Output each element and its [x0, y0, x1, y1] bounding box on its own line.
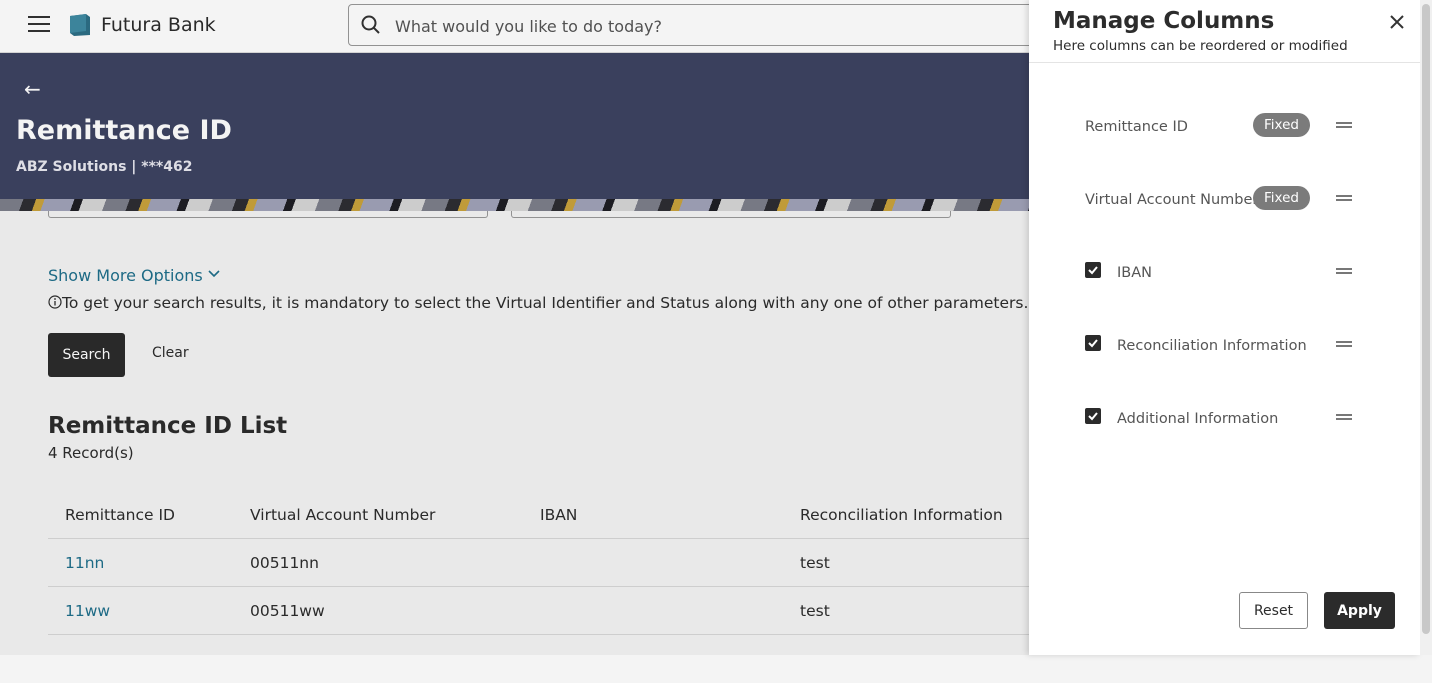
- column-option-iban[interactable]: IBAN: [1085, 258, 1365, 288]
- checkbox-checked-icon[interactable]: [1085, 262, 1101, 278]
- modal-overlay[interactable]: [0, 0, 1029, 655]
- scrollbar-thumb[interactable]: [1422, 4, 1430, 634]
- fixed-badge: Fixed: [1253, 186, 1310, 210]
- panel-subtitle: Here columns can be reordered or modifie…: [1053, 38, 1348, 54]
- column-option-additional-information[interactable]: Additional Information: [1085, 404, 1365, 434]
- column-option-label: Additional Information: [1117, 411, 1279, 427]
- apply-button[interactable]: Apply: [1324, 592, 1395, 629]
- column-option-virtual-account-number[interactable]: Virtual Account Number Fixed: [1085, 185, 1365, 215]
- column-option-label: IBAN: [1117, 265, 1152, 281]
- column-option-remittance-id[interactable]: Remittance ID Fixed: [1085, 112, 1365, 142]
- column-option-label: Virtual Account Number: [1085, 192, 1259, 208]
- drag-handle-icon[interactable]: [1336, 268, 1352, 274]
- reset-button[interactable]: Reset: [1239, 592, 1308, 629]
- fixed-badge: Fixed: [1253, 113, 1310, 137]
- column-option-label: Reconciliation Information: [1117, 338, 1307, 354]
- panel-title: Manage Columns: [1053, 8, 1275, 34]
- checkbox-checked-icon[interactable]: [1085, 335, 1101, 351]
- column-option-reconciliation-information[interactable]: Reconciliation Information: [1085, 331, 1365, 361]
- column-option-label: Remittance ID: [1085, 119, 1188, 135]
- drag-handle-icon[interactable]: [1336, 341, 1352, 347]
- panel-divider: [1029, 62, 1420, 63]
- drag-handle-icon[interactable]: [1336, 195, 1352, 201]
- manage-columns-panel: Manage Columns Here columns can be reord…: [1029, 0, 1420, 655]
- scrollbar[interactable]: [1420, 0, 1432, 655]
- drag-handle-icon[interactable]: [1336, 414, 1352, 420]
- checkbox-checked-icon[interactable]: [1085, 408, 1101, 424]
- close-icon[interactable]: [1389, 14, 1405, 30]
- drag-handle-icon[interactable]: [1336, 122, 1352, 128]
